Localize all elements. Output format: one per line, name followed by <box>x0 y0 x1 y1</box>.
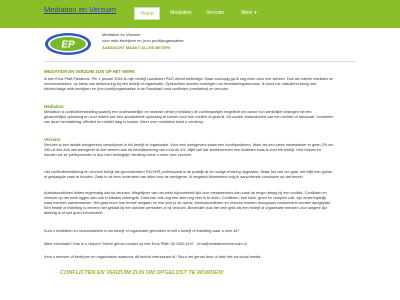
share-paragraph: Kent u mensen of bedrijven en organisati… <box>44 255 262 259</box>
tagline-line2: voor mkb-bedrijven en (non profit)organi… <box>102 38 184 43</box>
nav-home[interactable]: Home <box>134 7 160 20</box>
logo-text: EP <box>61 40 75 51</box>
nav-verzuim[interactable]: Verzuim <box>202 7 228 20</box>
intro-paragraph: Ik ben Erna Pfaff-Pasdema. Per 1 januari… <box>44 77 334 91</box>
verzuim-title: Verzuim <box>44 137 61 142</box>
conflicts-paragraph: Arbeidsconflicten leiden regelmatig ook … <box>44 191 332 215</box>
footer-heading: CONFLICTEN EN VERZUIM ZIJN OM OPGELOST T… <box>60 270 224 276</box>
verzuim-paragraph: Verzuim is een lastiek terugkerend versc… <box>44 143 334 157</box>
divider <box>44 61 356 62</box>
nav-meer-label: Meer <box>241 10 253 16</box>
mediation-paragraph: Mediation is conflictbemiddeling waarbij… <box>44 110 334 124</box>
contact-paragraph: Meer informatie? Kan ik u helpen? Neem g… <box>44 242 247 246</box>
experience-paragraph: Het conflictbemiddeling en verzuim bekij… <box>44 170 333 179</box>
main-heading: MEDIATION EN VERZUIM ZIJN OP HET WERK <box>44 69 136 74</box>
site-title[interactable]: Mediation en Verzuim <box>44 5 116 14</box>
tagline-line1: Mediation en Verzuim <box>102 32 141 37</box>
question-paragraph: Kunt u mediation en verzuimadvies in uw … <box>44 229 240 233</box>
nav-meer[interactable]: Meer ▾ <box>236 7 262 20</box>
nav-mediation[interactable]: Mediation <box>168 7 194 20</box>
mediation-title: Mediation <box>44 104 64 109</box>
ep-logo: EP <box>45 33 91 55</box>
slogan: AANDACHT MAAKT ALLES BETER! <box>102 45 171 50</box>
chevron-down-icon: ▾ <box>254 10 257 16</box>
